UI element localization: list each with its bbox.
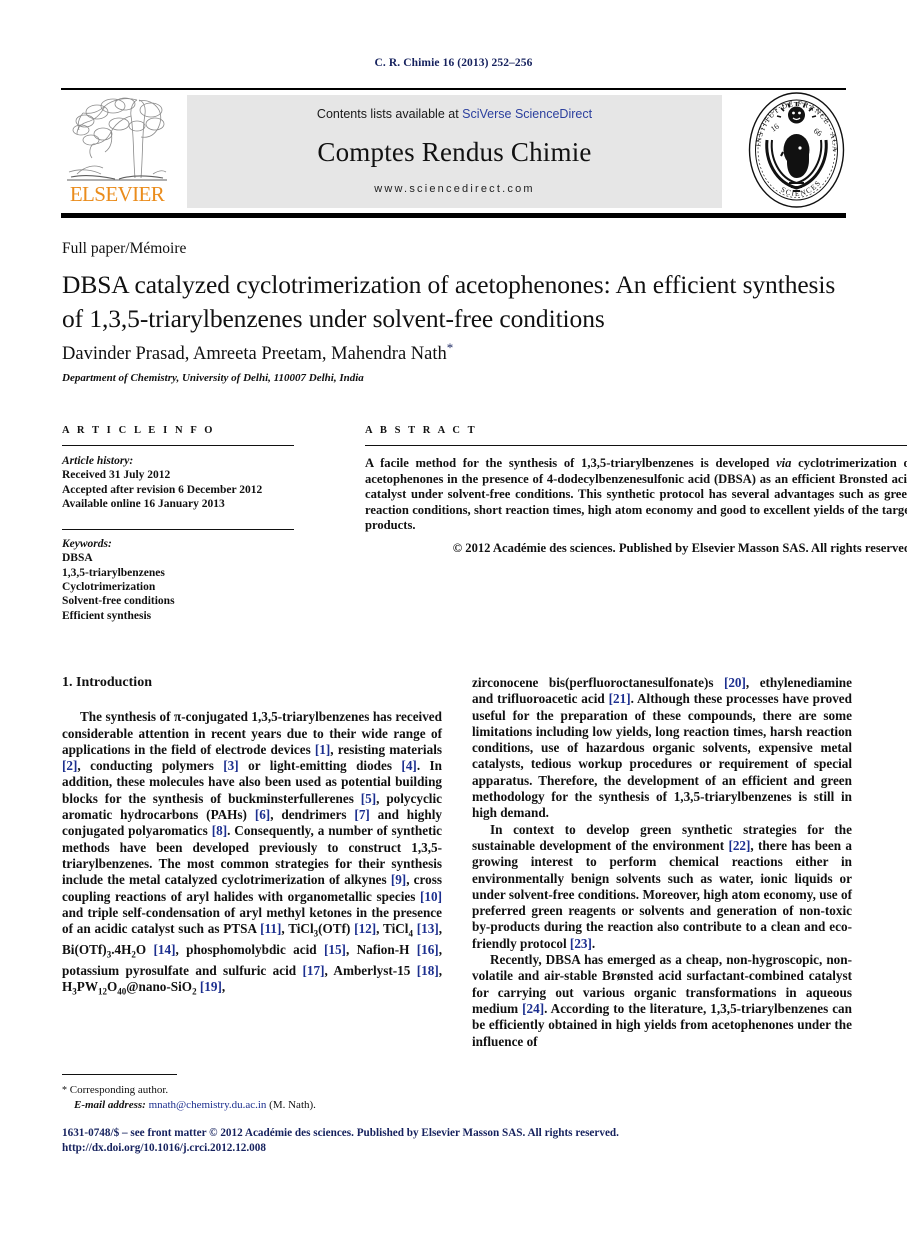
author-list: Davinder Prasad, Amreeta Preetam, Mahend… (62, 340, 852, 365)
paragraph: The synthesis of π-conjugated 1,3,5-tria… (62, 709, 443, 997)
footnote-rule (62, 1074, 177, 1075)
paper-type: Full paper/Mémoire (62, 240, 187, 257)
keyword-item: DBSA (62, 552, 93, 565)
abstract-part-1: A facile method for the synthesis of 1,3… (365, 456, 777, 470)
running-head: C. R. Chimie 16 (2013) 252–256 (374, 57, 533, 69)
history-accepted: Accepted after revision 6 December 2012 (62, 483, 263, 496)
keyword-item: Solvent-free conditions (62, 595, 175, 608)
article-history-label: Article history: (62, 455, 134, 467)
elsevier-tree-icon (67, 97, 167, 181)
article-info-heading: A R T I C L E I N F O (62, 425, 216, 436)
history-received: Received 31 July 2012 (62, 469, 171, 482)
keywords-list: Keywords: DBSA 1,3,5-triarylbenzenes Cyc… (62, 537, 294, 623)
contents-prefix: Contents lists available at (316, 107, 463, 121)
abstract-text: A facile method for the synthesis of 1,3… (365, 456, 907, 534)
article-info-column: A R T I C L E I N F O Article history: R… (62, 425, 294, 623)
abstract-rule (365, 445, 907, 446)
body-column-left: 1. Introduction The synthesis of π-conju… (62, 675, 442, 1000)
sciencedirect-banner: Contents lists available at SciVerse Sci… (187, 95, 722, 208)
email-link[interactable]: mnath@chemistry.du.ac.in (149, 1099, 267, 1111)
page-footer: 1631-0748/$ – see front matter © 2012 Ac… (62, 1126, 852, 1155)
corresponding-author-marker: * (446, 340, 454, 355)
paper-page: C. R. Chimie 16 (2013) 252–256 ELSEVIER … (0, 0, 907, 1238)
section-heading-introduction: 1. Introduction (62, 675, 152, 690)
masthead-top-rule (61, 88, 846, 90)
contents-available-line: Contents lists available at SciVerse Sci… (187, 107, 722, 121)
page-title: DBSA catalyzed cyclotrimerization of ace… (62, 270, 836, 333)
paragraph: zirconocene bis(perfluoroctanesulfonate)… (472, 675, 852, 821)
journal-url[interactable]: www.sciencedirect.com (187, 183, 722, 195)
issn-copyright-line: 1631-0748/$ – see front matter © 2012 Ac… (62, 1127, 619, 1139)
keyword-item: 1,3,5-triarylbenzenes (62, 566, 165, 579)
footnote-corresponding-text: Corresponding author. (69, 1084, 169, 1096)
info-abstract-block: A R T I C L E I N F O Article history: R… (62, 425, 907, 655)
abstract-column: A B S T R A C T A facile method for the … (365, 425, 907, 556)
elsevier-wordmark: ELSEVIER (69, 182, 165, 206)
masthead-bottom-rule (61, 213, 846, 218)
footnote-line-1: * Corresponding author. (62, 1083, 442, 1098)
keyword-item: Efficient synthesis (62, 609, 152, 622)
paragraph: Recently, DBSA has emerged as a cheap, n… (472, 952, 852, 1049)
keyword-item: Cyclotrimerization (62, 581, 156, 594)
email-label: E-mail address: (74, 1099, 146, 1111)
article-info-rule (62, 445, 294, 446)
email-suffix: (M. Nath). (269, 1099, 316, 1111)
body-column-right: zirconocene bis(perfluoroctanesulfonate)… (472, 675, 852, 1050)
elsevier-logo: ELSEVIER (61, 94, 173, 210)
abstract-via: via (776, 456, 792, 470)
article-history: Article history: Received 31 July 2012 A… (62, 454, 294, 511)
author-names: Davinder Prasad, Amreeta Preetam, Mahend… (62, 344, 447, 365)
academie-des-sciences-seal-icon: 16 66 INSTITUT DE FRANCE · ACA SCIENCES (747, 90, 845, 208)
doi-link[interactable]: http://dx.doi.org/10.1016/j.crci.2012.12… (62, 1141, 852, 1156)
footnote-corresponding-author: * Corresponding author. E-mail address: … (62, 1074, 442, 1112)
abstract-heading: A B S T R A C T (365, 425, 478, 436)
affiliation: Department of Chemistry, University of D… (62, 372, 364, 384)
history-online: Available online 16 January 2013 (62, 497, 225, 510)
journal-title: Comptes Rendus Chimie (317, 137, 592, 167)
keywords-rule (62, 529, 294, 531)
sciencedirect-link[interactable]: SciVerse ScienceDirect (462, 107, 592, 121)
abstract-copyright: © 2012 Académie des sciences. Published … (452, 540, 907, 555)
footnote-line-2: E-mail address: mnath@chemistry.du.ac.in… (62, 1098, 442, 1112)
footnote-marker: * (62, 1085, 67, 1096)
journal-masthead: ELSEVIER Contents lists available at Sci… (61, 88, 846, 218)
paragraph: In context to develop green synthetic st… (472, 821, 852, 951)
keywords-label: Keywords: (62, 538, 112, 551)
